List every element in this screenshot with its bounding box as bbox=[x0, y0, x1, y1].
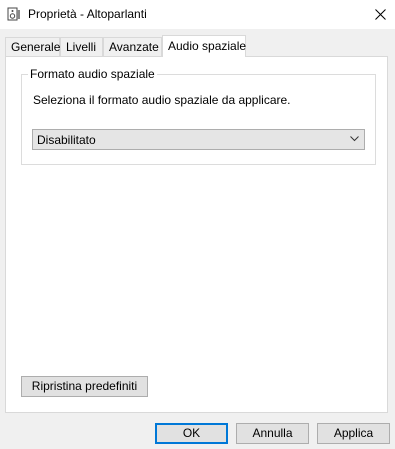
tab-audio-spaziale[interactable]: Audio spaziale bbox=[162, 35, 246, 57]
restore-defaults-button[interactable]: Ripristina predefiniti bbox=[21, 376, 148, 397]
group-description: Seleziona il formato audio spaziale da a… bbox=[33, 93, 291, 107]
chevron-down-icon bbox=[350, 136, 359, 142]
spatial-format-select[interactable]: Disabilitato bbox=[32, 129, 365, 150]
cancel-button[interactable]: Annulla bbox=[236, 423, 309, 444]
tab-avanzate[interactable]: Avanzate bbox=[103, 37, 162, 56]
window-title: Proprietà - Altoparlanti bbox=[28, 7, 147, 21]
select-value: Disabilitato bbox=[37, 133, 96, 147]
spatial-format-group: Formato audio spaziale Seleziona il form… bbox=[21, 67, 376, 165]
tab-panel: Formato audio spaziale Seleziona il form… bbox=[5, 56, 388, 413]
tab-livelli[interactable]: Livelli bbox=[60, 37, 103, 56]
ok-button[interactable]: OK bbox=[155, 423, 228, 444]
title-bar: Proprietà - Altoparlanti bbox=[0, 0, 395, 29]
group-title: Formato audio spaziale bbox=[28, 67, 157, 81]
tab-generale[interactable]: Generale bbox=[5, 37, 60, 56]
apply-button[interactable]: Applica bbox=[317, 423, 390, 444]
close-icon bbox=[374, 9, 386, 20]
speaker-icon bbox=[7, 7, 20, 21]
close-button[interactable] bbox=[365, 0, 395, 29]
